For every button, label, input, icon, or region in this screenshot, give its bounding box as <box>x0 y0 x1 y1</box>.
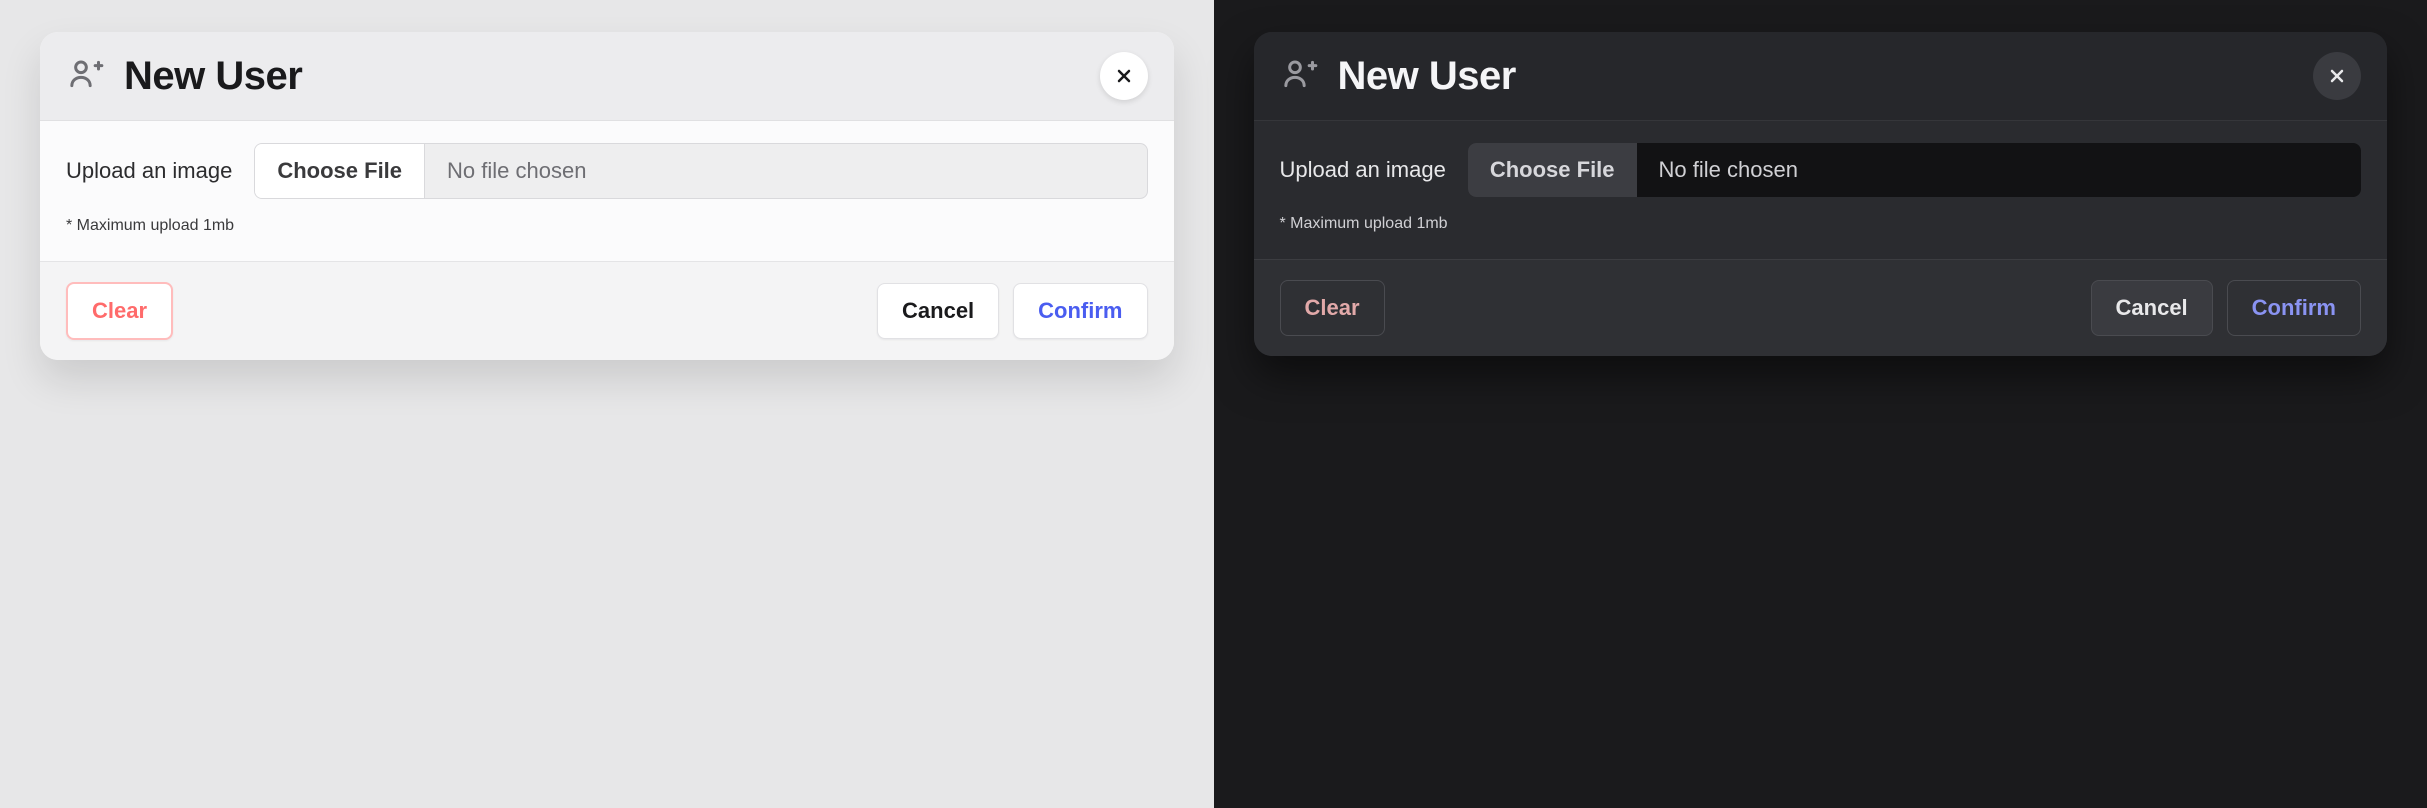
user-plus-icon <box>66 54 106 99</box>
modal-footer: Clear Cancel Confirm <box>1254 259 2388 356</box>
user-plus-icon <box>1280 54 1320 99</box>
close-button[interactable] <box>2313 52 2361 100</box>
clear-button[interactable]: Clear <box>1280 280 1385 336</box>
modal-header: New User <box>1254 32 2388 121</box>
new-user-modal: New User Upload an image Choose File No … <box>40 32 1174 360</box>
close-icon <box>1114 66 1134 86</box>
upload-row: Upload an image Choose File No file chos… <box>66 143 1148 199</box>
close-button[interactable] <box>1100 52 1148 100</box>
upload-hint: * Maximum upload 1mb <box>1280 197 2362 249</box>
modal-footer: Clear Cancel Confirm <box>40 261 1174 360</box>
file-input-group: Choose File No file chosen <box>1468 143 2361 197</box>
confirm-button[interactable]: Confirm <box>1013 283 1147 339</box>
dark-theme-panel: New User Upload an image Choose File No … <box>1214 0 2427 808</box>
new-user-modal: New User Upload an image Choose File No … <box>1254 32 2388 356</box>
upload-row: Upload an image Choose File No file chos… <box>1280 143 2362 197</box>
cancel-button[interactable]: Cancel <box>2091 280 2213 336</box>
file-status-text: No file chosen <box>425 144 1146 198</box>
choose-file-button[interactable]: Choose File <box>1468 143 1637 197</box>
modal-header: New User <box>40 32 1174 121</box>
upload-label: Upload an image <box>66 158 232 184</box>
modal-body: Upload an image Choose File No file chos… <box>1254 121 2388 259</box>
cancel-button[interactable]: Cancel <box>877 283 999 339</box>
upload-label: Upload an image <box>1280 157 1446 183</box>
file-input-group: Choose File No file chosen <box>254 143 1147 199</box>
light-theme-panel: New User Upload an image Choose File No … <box>0 0 1214 808</box>
clear-button[interactable]: Clear <box>66 282 173 340</box>
modal-title: New User <box>124 54 1082 99</box>
confirm-button[interactable]: Confirm <box>2227 280 2361 336</box>
close-icon <box>2327 66 2347 86</box>
upload-hint: * Maximum upload 1mb <box>66 199 1148 251</box>
modal-title: New User <box>1338 54 2296 99</box>
file-status-text: No file chosen <box>1637 143 2361 197</box>
modal-body: Upload an image Choose File No file chos… <box>40 121 1174 261</box>
choose-file-button[interactable]: Choose File <box>255 144 425 198</box>
